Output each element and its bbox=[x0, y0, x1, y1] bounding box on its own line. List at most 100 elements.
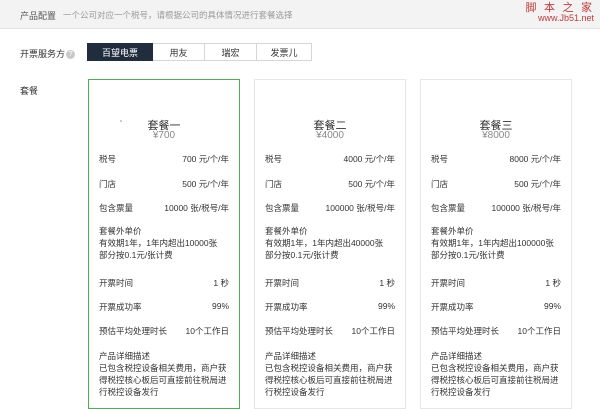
service-provider-tabs: 百望电票 用友 瑞宏 发票儿 bbox=[87, 43, 312, 61]
store-label: 门店 bbox=[265, 179, 283, 189]
rate-label: 开票成功率 bbox=[99, 302, 142, 312]
quota-row: 包含票量 10000 张/税号/年 bbox=[99, 202, 229, 214]
time-value: 1 秒 bbox=[545, 278, 561, 288]
plan-price: ¥8000 bbox=[482, 130, 510, 141]
extra-price-line-2: 部分按0.1元/张计费 bbox=[265, 250, 339, 260]
watermark-url: www.Jb51.net bbox=[537, 13, 594, 23]
detail-title: 产品详细描述 bbox=[265, 351, 317, 361]
rate-row: 开票成功率 99% bbox=[99, 301, 229, 313]
detail-line-2: 得税控核心板后可直接前往税局进 bbox=[431, 375, 559, 385]
time-row: 开票时间 1 秒 bbox=[265, 277, 395, 289]
top-bar: 产品配置 一个公司对应一个税号，请根据公司的具体情况进行套餐选择 脚 本 之 家… bbox=[0, 0, 600, 29]
quota-label: 包含票量 bbox=[265, 203, 300, 213]
time-label: 开票时间 bbox=[265, 278, 300, 288]
extra-price-block: 套餐外单价 有效期1年，1年内超出40000张 部分按0.1元/张计费 bbox=[265, 225, 399, 261]
tax-value: 700 元/个/年 bbox=[182, 154, 229, 164]
section-title: 产品配置 bbox=[20, 11, 57, 21]
process-value: 10个工作日 bbox=[351, 326, 395, 336]
extra-price-block: 套餐外单价 有效期1年，1年内超出10000张 部分按0.1元/张计费 bbox=[99, 225, 233, 261]
package-label: 套餐 bbox=[20, 86, 39, 96]
extra-price-title: 套餐外单价 bbox=[99, 226, 142, 236]
tax-label: 税号 bbox=[99, 154, 117, 164]
store-value: 500 元/个/年 bbox=[514, 179, 561, 189]
tax-label: 税号 bbox=[265, 154, 283, 164]
extra-price-line-1: 有效期1年，1年内超出10000张 bbox=[99, 238, 218, 248]
extra-price-block: 套餐外单价 有效期1年，1年内超出100000张 部分按0.1元/张计费 bbox=[431, 225, 565, 261]
rate-label: 开票成功率 bbox=[265, 302, 308, 312]
tax-row: 税号 4000 元/个/年 bbox=[265, 153, 395, 165]
extra-price-title: 套餐外单价 bbox=[265, 226, 308, 236]
rate-value: 99% bbox=[377, 301, 395, 311]
quota-label: 包含票量 bbox=[431, 203, 466, 213]
store-row: 门店 500 元/个/年 bbox=[99, 178, 229, 190]
detail-line-1: 已包含税控设备相关费用，商户获 bbox=[431, 363, 559, 373]
extra-price-line-1: 有效期1年，1年内超出40000张 bbox=[265, 238, 384, 248]
rate-label: 开票成功率 bbox=[431, 302, 474, 312]
tab-fapiaoer[interactable]: 发票儿 bbox=[257, 43, 312, 61]
tax-row: 税号 8000 元/个/年 bbox=[431, 153, 561, 165]
rate-value: 99% bbox=[211, 301, 229, 311]
process-label: 预估平均处理时长 bbox=[265, 326, 334, 336]
plan-price: ¥700 bbox=[152, 130, 176, 141]
store-row: 门店 500 元/个/年 bbox=[265, 178, 395, 190]
tab-baiwang[interactable]: 百望电票 bbox=[87, 43, 153, 61]
detail-block: 产品详细描述 已包含税控设备相关费用，商户获 得税控核心板后可直接前往税局进 行… bbox=[265, 350, 399, 398]
quota-row: 包含票量 100000 张/税号/年 bbox=[265, 202, 395, 214]
time-label: 开票时间 bbox=[431, 278, 466, 288]
quota-row: 包含票量 100000 张/税号/年 bbox=[431, 202, 561, 214]
tax-label: 税号 bbox=[431, 154, 449, 164]
detail-line-3: 行税控设备发行 bbox=[99, 387, 159, 397]
time-value: 1 秒 bbox=[213, 278, 229, 288]
plan-card-1[interactable]: 套餐一 ¥700 税号 700 元/个/年 门店 500 元/个/年 包含票量 100… bbox=[88, 79, 240, 409]
store-label: 门店 bbox=[431, 179, 449, 189]
detail-line-3: 行税控设备发行 bbox=[265, 387, 325, 397]
time-value: 1 秒 bbox=[379, 278, 395, 288]
extra-price-line-2: 部分按0.1元/张计费 bbox=[431, 250, 505, 260]
time-row: 开票时间 1 秒 bbox=[431, 277, 561, 289]
process-row: 预估平均处理时长 10个工作日 bbox=[99, 325, 229, 337]
plan-card-3[interactable]: 套餐三 ¥8000 税号 8000 元/个/年 门店 500 元/个/年 包含票量 1… bbox=[420, 79, 572, 409]
process-value: 10个工作日 bbox=[517, 326, 561, 336]
detail-title: 产品详细描述 bbox=[431, 351, 483, 361]
help-icon[interactable]: ? bbox=[66, 50, 76, 60]
detail-block: 产品详细描述 已包含税控设备相关费用，商户获 得税控核心板后可直接前往税局进 行… bbox=[99, 350, 233, 398]
quota-value: 100000 张/税号/年 bbox=[325, 203, 395, 213]
tab-yonyou[interactable]: 用友 bbox=[153, 43, 205, 61]
tax-row: 税号 700 元/个/年 bbox=[99, 153, 229, 165]
detail-title: 产品详细描述 bbox=[99, 351, 151, 361]
process-row: 预估平均处理时长 10个工作日 bbox=[431, 325, 561, 337]
detail-line-2: 得税控核心板后可直接前往税局进 bbox=[265, 375, 393, 385]
service-provider-label-text: 开票服务方 bbox=[20, 49, 66, 59]
plan-price: ¥4000 bbox=[316, 130, 344, 141]
store-label: 门店 bbox=[99, 179, 117, 189]
time-label: 开票时间 bbox=[99, 278, 134, 288]
detail-line-2: 得税控核心板后可直接前往税局进 bbox=[99, 375, 227, 385]
extra-price-title: 套餐外单价 bbox=[431, 226, 474, 236]
tab-ruihong[interactable]: 瑞宏 bbox=[205, 43, 257, 61]
extra-price-line-2: 部分按0.1元/张计费 bbox=[99, 250, 173, 260]
process-label: 预估平均处理时长 bbox=[99, 326, 168, 336]
quota-value: 100000 张/税号/年 bbox=[491, 203, 561, 213]
section-description: 一个公司对应一个税号，请根据公司的具体情况进行套餐选择 bbox=[63, 10, 293, 20]
store-value: 500 元/个/年 bbox=[348, 179, 395, 189]
store-value: 500 元/个/年 bbox=[182, 179, 229, 189]
tax-value: 8000 元/个/年 bbox=[509, 154, 562, 164]
rate-row: 开票成功率 99% bbox=[431, 301, 561, 313]
store-row: 门店 500 元/个/年 bbox=[431, 178, 561, 190]
rate-row: 开票成功率 99% bbox=[265, 301, 395, 313]
quota-value: 10000 张/税号/年 bbox=[164, 203, 229, 213]
detail-line-1: 已包含税控设备相关费用，商户获 bbox=[99, 363, 227, 373]
quota-label: 包含票量 bbox=[99, 203, 134, 213]
process-row: 预估平均处理时长 10个工作日 bbox=[265, 325, 395, 337]
watermark-text: 脚 本 之 家 bbox=[525, 1, 594, 14]
extra-price-line-1: 有效期1年，1年内超出100000张 bbox=[431, 238, 554, 248]
time-row: 开票时间 1 秒 bbox=[99, 277, 229, 289]
process-value: 10个工作日 bbox=[185, 326, 229, 336]
plan-card-2[interactable]: 套餐二 ¥4000 税号 4000 元/个/年 门店 500 元/个/年 包含票量 1… bbox=[254, 79, 406, 409]
detail-line-3: 行税控设备发行 bbox=[431, 387, 491, 397]
detail-block: 产品详细描述 已包含税控设备相关费用，商户获 得税控核心板后可直接前往税局进 行… bbox=[431, 350, 565, 398]
rate-value: 99% bbox=[543, 301, 561, 311]
detail-line-1: 已包含税控设备相关费用，商户获 bbox=[265, 363, 393, 373]
process-label: 预估平均处理时长 bbox=[431, 326, 500, 336]
tax-value: 4000 元/个/年 bbox=[343, 154, 396, 164]
